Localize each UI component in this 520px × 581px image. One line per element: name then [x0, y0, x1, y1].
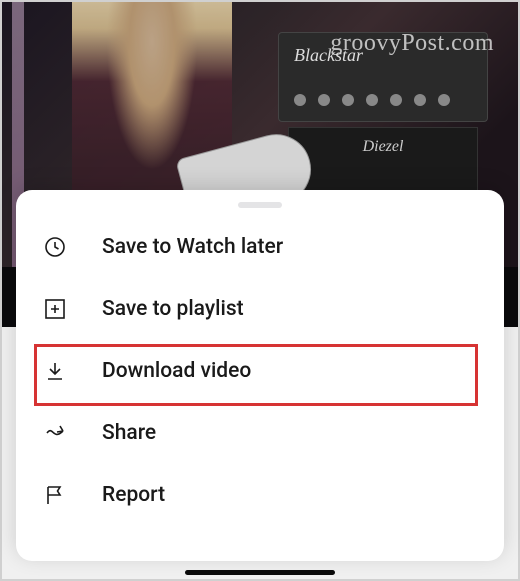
menu-item-report[interactable]: Report	[16, 464, 504, 526]
sheet-drag-handle[interactable]	[238, 202, 282, 208]
menu-label: Save to Watch later	[102, 235, 283, 259]
menu-item-watch-later[interactable]: Save to Watch later	[16, 216, 504, 278]
menu-label: Share	[102, 421, 156, 445]
menu-item-share[interactable]: Share	[16, 402, 504, 464]
watermark-text: groovyPost.com	[330, 30, 494, 57]
playlist-add-icon	[42, 296, 68, 322]
cabinet-brand-label: Diezel	[363, 138, 404, 156]
menu-item-download[interactable]: Download video	[16, 340, 504, 402]
share-icon	[42, 420, 68, 446]
menu-label: Download video	[102, 359, 251, 383]
flag-icon	[42, 482, 68, 508]
download-icon	[42, 358, 68, 384]
home-indicator[interactable]	[185, 570, 335, 575]
menu-item-save-playlist[interactable]: Save to playlist	[16, 278, 504, 340]
menu-label: Report	[102, 483, 165, 507]
action-sheet: Save to Watch later Save to playlist Dow…	[16, 190, 504, 561]
clock-icon	[42, 234, 68, 260]
menu-label: Save to playlist	[102, 297, 244, 321]
